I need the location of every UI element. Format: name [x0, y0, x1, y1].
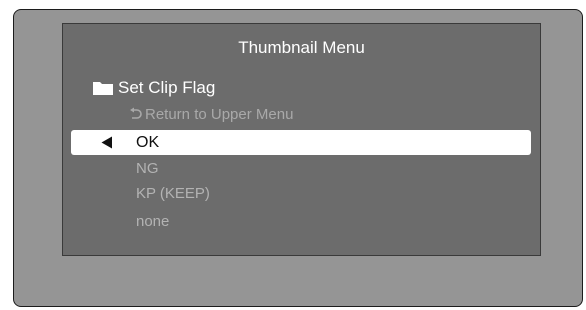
menu-title: Thumbnail Menu [238, 38, 365, 57]
folder-icon [93, 82, 113, 95]
option-ng[interactable]: NG [136, 160, 159, 178]
return-to-upper-menu[interactable]: Return to Upper Menu [129, 104, 293, 124]
selection-cursor-icon [101, 136, 112, 149]
option-none[interactable]: none [136, 213, 169, 231]
return-label: Return to Upper Menu [145, 105, 294, 123]
option-kp-keep[interactable]: KP (KEEP) [136, 185, 210, 203]
submenu-header: Set Clip Flag [92, 77, 215, 99]
option-ok[interactable]: OK [136, 134, 159, 152]
return-arrow-icon [130, 107, 142, 119]
submenu-title: Set Clip Flag [118, 78, 216, 97]
